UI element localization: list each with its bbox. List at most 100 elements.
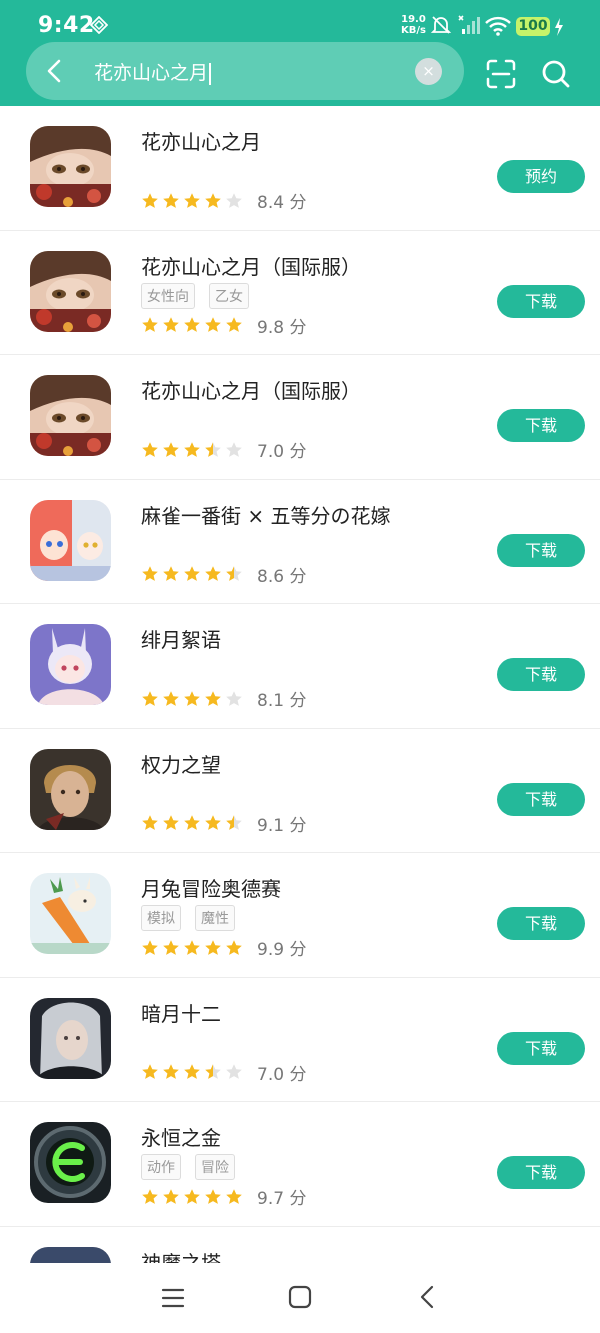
portrait-woman-app-icon[interactable] [30,375,111,456]
star-filled-icon [142,441,158,457]
app-rating: 8.4 分 [141,188,306,213]
star-filled-icon [205,317,221,332]
app-title[interactable]: 花亦山心之月 [141,126,261,155]
app-title[interactable]: 花亦山心之月（国际服） [141,251,361,280]
download-button[interactable]: 下载 [497,907,585,940]
app-rating: 9.7 分 [141,1184,306,1209]
star-filled-icon [184,939,200,955]
star-empty-icon [226,690,242,706]
star-rating [141,316,243,334]
app-rating: 9.9 分 [141,935,306,960]
app-tag: 动作 [141,1154,181,1180]
portrait-woman-icon [30,126,111,207]
star-filled-icon [184,566,200,581]
silver-hair-woman-app-icon[interactable] [30,997,111,1079]
search-icon[interactable] [540,58,572,90]
reserve-button[interactable]: 预约 [497,160,585,193]
green-e-emblem-app-icon[interactable] [30,1122,111,1203]
star-empty-icon [226,192,242,208]
app-tags: 模拟 魔性 [141,905,235,931]
star-filled-icon [142,815,158,830]
charging-bolt-icon [555,18,563,36]
app-tag: 冒险 [195,1154,235,1180]
search-results-list: 花亦山心之月 8.4 分预约 花亦山心之月（国际服） 女性向 乙女 9.8 分下载 花亦山心… [0,106,600,1263]
star-filled-icon [205,1188,221,1204]
app-title[interactable]: 暗月十二 [141,998,221,1027]
app-rating: 9.8 分 [141,313,306,338]
star-filled-icon [142,566,158,581]
download-button[interactable]: 下载 [497,1156,585,1189]
anime-bunny-girl-app-icon[interactable] [30,624,111,705]
star-filled-icon [163,815,179,830]
download-button[interactable]: 下载 [497,284,585,318]
star-filled-icon [205,192,221,208]
download-button[interactable]: 下载 [497,409,585,442]
app-list-item[interactable]: 权力之望 9.1 分 下载 [0,729,600,853]
app-title[interactable]: 月兔冒险奥德赛 [141,873,281,902]
app-list-item[interactable]: 花亦山心之月（国际服） 7.0 分 下载 [0,355,600,480]
app-tags: 动作 冒险 [141,1154,235,1180]
clear-search-button[interactable]: × [415,58,442,85]
vpn-diamond-icon [90,16,108,34]
star-rating [141,192,243,210]
warrior-portrait-app-icon[interactable] [30,748,111,830]
portrait-woman-icon [30,250,111,332]
star-filled-icon [142,939,158,955]
app-score: 9.8 分 [257,317,307,338]
app-title[interactable]: 麻雀一番街 × 五等分の花嫁 [141,500,390,529]
app-list-item[interactable]: 月兔冒险奥德赛 模拟 魔性 9.9 分 下载 [0,853,600,978]
app-tag: 魔性 [195,905,235,931]
star-rating [141,565,243,583]
app-list-item[interactable]: 永恒之金动作 冒险 9.7 分 下载 [0,1102,600,1227]
search-input[interactable]: 花亦山心之月 [94,58,211,85]
anime-girls-icon [30,499,111,581]
star-filled-icon [226,939,242,955]
app-title[interactable]: 绯月絮语 [141,624,221,653]
back-arrow-icon[interactable] [40,56,70,86]
menu-icon[interactable] [160,1285,186,1311]
download-button[interactable]: 下载 [497,533,585,567]
app-list-item[interactable]: 神魔之塔 [0,1227,600,1264]
download-button[interactable]: 下载 [497,658,585,691]
scan-icon[interactable] [485,58,517,90]
portrait-woman-icon [30,375,111,456]
app-list-item[interactable]: 绯月絮语 8.1 分 下载 [0,604,600,729]
portrait-woman-app-icon[interactable] [30,250,111,332]
home-square-icon[interactable] [286,1283,314,1311]
star-half-icon [205,441,221,457]
anime-girls-app-icon[interactable] [30,499,111,581]
silver-hair-woman-icon [30,997,111,1079]
app-title[interactable]: 神魔之塔 [141,1247,221,1264]
search-bar[interactable]: 花亦山心之月 × [26,42,464,100]
star-filled-icon [163,939,179,955]
star-rating [141,1188,243,1206]
app-rating: 8.1 分 [141,686,306,711]
app-title[interactable]: 权力之望 [141,749,221,778]
app-score: 9.9 分 [257,940,307,960]
tower-characters-app-icon[interactable] [30,1246,111,1263]
star-filled-icon [163,317,179,332]
nav-back-icon[interactable] [414,1283,442,1311]
app-list-item[interactable]: 暗月十二 7.0 分 下载 [0,978,600,1102]
warrior-portrait-icon [30,748,111,830]
app-list-item[interactable]: 花亦山心之月（国际服） 女性向 乙女 9.8 分 下载 [0,231,600,355]
star-empty-icon [226,1064,242,1079]
app-score: 8.1 分 [257,691,307,711]
app-list-item[interactable]: 麻雀一番街 × 五等分の花嫁 8.6 分 下载 [0,480,600,604]
app-score: 9.7 分 [257,1189,307,1209]
download-button[interactable]: 下载 [497,782,585,816]
rabbit-carrot-app-icon[interactable] [30,873,111,954]
app-title[interactable]: 花亦山心之月（国际服） [141,375,361,404]
star-filled-icon [184,815,200,830]
star-filled-icon [184,441,200,457]
download-button[interactable]: 下载 [497,1031,585,1065]
star-filled-icon [163,1064,179,1079]
star-rating [141,441,243,459]
text-caret [209,62,211,85]
app-list-item[interactable]: 花亦山心之月 8.4 分 预约 [0,106,600,231]
portrait-woman-app-icon[interactable] [30,126,111,207]
app-rating: 7.0 分 [141,1060,306,1085]
rabbit-carrot-icon [30,873,111,954]
app-rating: 8.6 分 [141,562,306,587]
app-title[interactable]: 永恒之金 [141,1122,221,1151]
